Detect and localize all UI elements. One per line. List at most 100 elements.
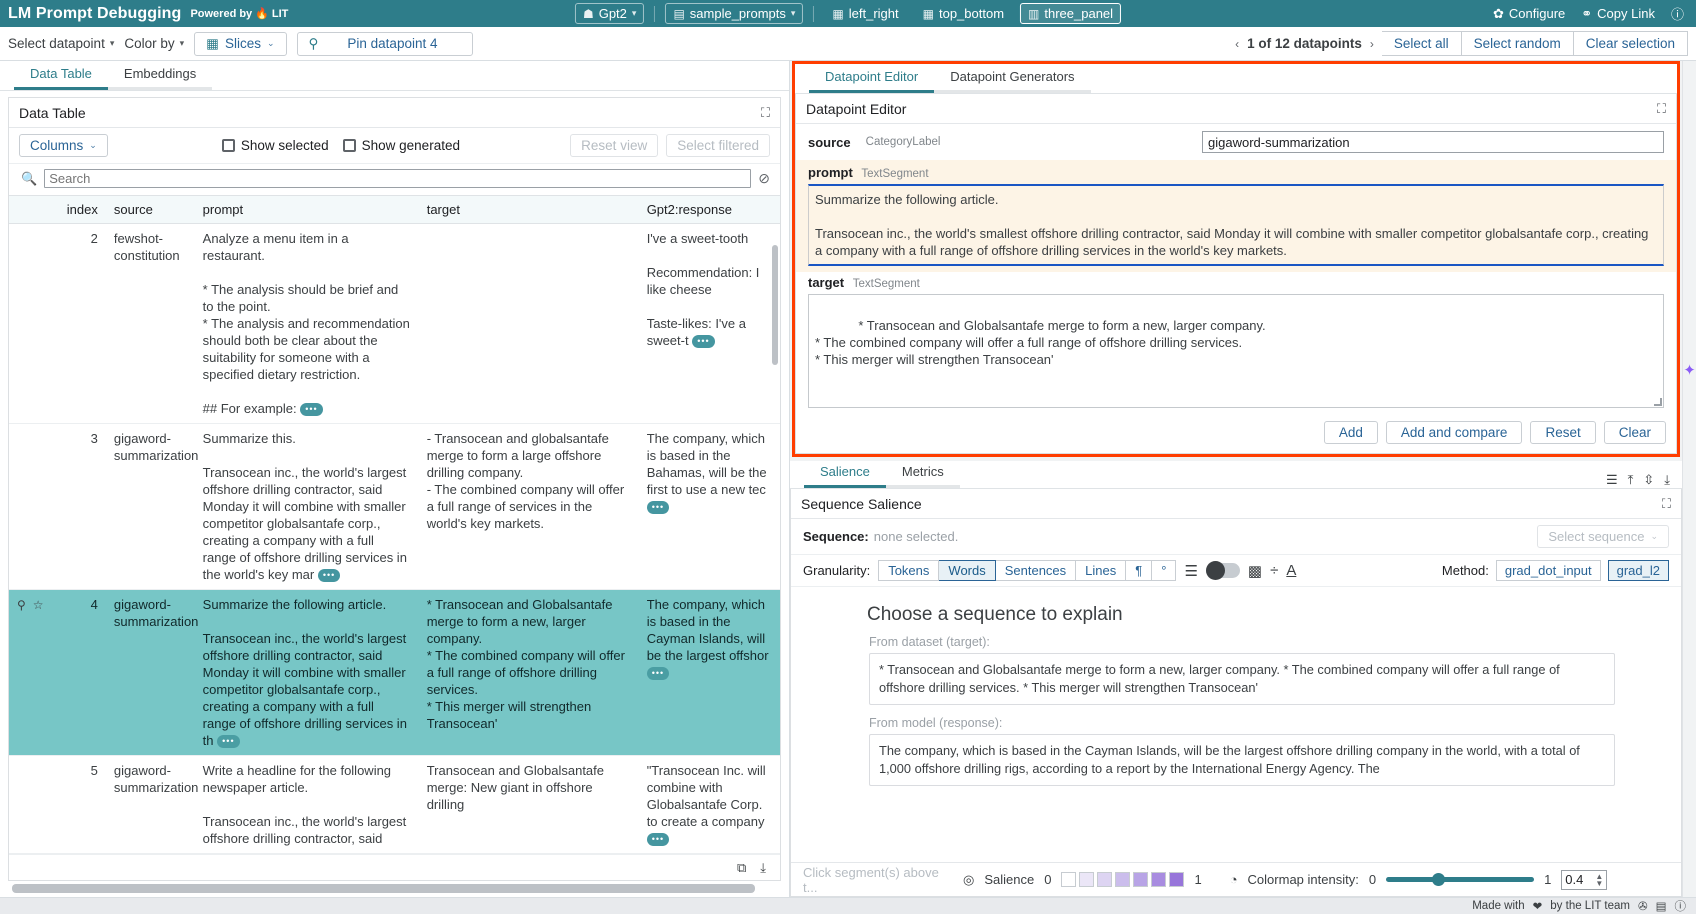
add-and-compare-button[interactable]: Add and compare — [1386, 421, 1523, 444]
salience-target-icon: ◎ — [963, 872, 974, 888]
show-generated-checkbox[interactable]: Show generated — [343, 138, 460, 153]
pin-icon[interactable]: ⚲ — [17, 597, 26, 614]
align-lines-icon[interactable]: ☰ — [1184, 562, 1197, 580]
color-by-dropdown[interactable]: Color by ▾ — [124, 36, 184, 51]
truncation-dots[interactable]: ••• — [300, 403, 322, 416]
reset-button[interactable]: Reset — [1530, 421, 1595, 444]
header-prompt[interactable]: prompt — [195, 196, 419, 224]
truncation-dots[interactable]: ••• — [318, 569, 340, 582]
granularity-sentences[interactable]: Sentences — [996, 560, 1076, 581]
help-circle-icon[interactable]: ⊘ — [758, 170, 770, 187]
help-circle-icon[interactable]: ⓘ — [1671, 4, 1684, 23]
normalize-icon[interactable]: ÷ — [1270, 562, 1278, 579]
show-generated-label: Show generated — [362, 138, 460, 153]
granularity-words[interactable]: Words — [939, 560, 995, 581]
columns-button[interactable]: Columns ⌄ — [19, 134, 108, 157]
spinner-down-icon[interactable]: ▼ — [1595, 880, 1603, 887]
header-source[interactable]: source — [106, 196, 195, 224]
table-header-row: index source prompt target Gpt2:response — [9, 196, 780, 224]
expand-icon[interactable]: ⛶ — [1657, 101, 1666, 117]
info-icon[interactable]: ⓘ — [1675, 898, 1687, 914]
select-filtered-button[interactable]: Select filtered — [666, 134, 770, 157]
dark-mode-toggle[interactable] — [1206, 563, 1240, 578]
center-icon[interactable]: ⇳ — [1643, 472, 1654, 488]
source-field-type: CategoryLabel — [866, 136, 941, 148]
table-row[interactable]: 2 fewshot-constitution Analyze a menu it… — [9, 224, 780, 424]
slices-label: Slices — [225, 36, 261, 51]
pilcrow-icon[interactable]: ¶ — [1126, 560, 1152, 581]
colormap-slider[interactable] — [1386, 877, 1534, 882]
truncation-dots[interactable]: ••• — [217, 735, 239, 748]
tab-embeddings[interactable]: Embeddings — [108, 62, 212, 90]
select-datapoint-dropdown[interactable]: Select datapoint ▾ — [8, 36, 114, 51]
source-input[interactable] — [1202, 131, 1664, 153]
document-icon[interactable]: ▤ — [1656, 899, 1667, 913]
tab-data-table[interactable]: Data Table — [14, 62, 108, 90]
copy-icon[interactable]: ⧉ — [737, 860, 746, 876]
table-row[interactable]: 3 gigaword-summarization Summarize this.… — [9, 424, 780, 590]
table-horizontal-scrollbar[interactable] — [12, 884, 755, 893]
truncation-dots[interactable]: ••• — [647, 833, 669, 846]
slices-button[interactable]: ▦ Slices ⌄ — [194, 32, 286, 56]
tab-datapoint-editor[interactable]: Datapoint Editor — [809, 65, 934, 93]
columns-label: Columns — [30, 138, 83, 153]
layout-three-panel[interactable]: ▥ three_panel — [1020, 3, 1121, 24]
pin-datapoint-button[interactable]: ⚲ Pin datapoint 4 — [297, 32, 473, 56]
model-selector[interactable]: ☗ Gpt2 ▾ — [575, 3, 644, 24]
select-sequence-label: Select sequence — [1548, 529, 1644, 544]
expand-icon[interactable]: ⛶ — [761, 105, 770, 121]
prev-datapoint-button[interactable]: ‹ — [1235, 37, 1239, 51]
method-grad-dot-input[interactable]: grad_dot_input — [1496, 560, 1601, 581]
settings-icon[interactable]: ✇ — [1638, 899, 1648, 913]
truncation-dots[interactable]: ••• — [692, 335, 714, 348]
clear-selection-button[interactable]: Clear selection — [1574, 31, 1688, 56]
header-target[interactable]: target — [419, 196, 639, 224]
colormap-slider-knob[interactable] — [1432, 873, 1445, 886]
select-sequence-button[interactable]: Select sequence ⌄ — [1537, 525, 1669, 548]
clear-button[interactable]: Clear — [1604, 421, 1666, 444]
resize-grip-icon[interactable] — [1654, 398, 1662, 406]
configure-button[interactable]: ✿ Configure — [1493, 6, 1565, 22]
from-dataset-option[interactable]: * Transocean and Globalsantafe merge to … — [869, 653, 1615, 705]
header-response[interactable]: Gpt2:response — [639, 196, 780, 224]
grid-view-icon[interactable]: ▩ — [1248, 562, 1262, 580]
download-icon[interactable]: ⤓ — [760, 860, 766, 876]
collapse-down-icon[interactable]: ⤓ — [1664, 472, 1670, 488]
prompt-textarea[interactable]: Summarize the following article. Transoc… — [808, 184, 1664, 266]
datapoint-editor-highlight: Datapoint Editor Datapoint Generators Da… — [792, 61, 1680, 457]
table-vertical-scrollbar[interactable] — [772, 245, 778, 365]
tab-datapoint-generators[interactable]: Datapoint Generators — [934, 65, 1090, 93]
add-button[interactable]: Add — [1324, 421, 1378, 444]
truncation-dots[interactable]: ••• — [647, 667, 669, 680]
from-model-option[interactable]: The company, which is based in the Cayma… — [869, 734, 1615, 786]
truncation-dots[interactable]: ••• — [647, 501, 669, 514]
tab-metrics[interactable]: Metrics — [886, 460, 960, 488]
search-input[interactable] — [44, 169, 751, 188]
method-grad-l2[interactable]: grad_l2 — [1608, 560, 1669, 581]
header-index[interactable]: index — [57, 196, 105, 224]
reset-view-button[interactable]: Reset view — [570, 134, 658, 157]
star-icon[interactable]: ☆ — [33, 597, 44, 614]
show-selected-checkbox[interactable]: Show selected — [222, 138, 329, 153]
degree-icon[interactable]: ° — [1152, 560, 1176, 581]
colormap-value-input[interactable]: 0.4 ▲ ▼ — [1561, 870, 1607, 890]
layout-top-bottom[interactable]: ▦ top_bottom — [915, 3, 1012, 24]
target-textarea[interactable]: * Transocean and Globalsantafe merge to … — [808, 294, 1664, 408]
granularity-lines[interactable]: Lines — [1076, 560, 1126, 581]
dataset-selector[interactable]: ▤ sample_prompts ▾ — [665, 3, 803, 24]
legend-swatch — [1097, 872, 1112, 887]
expand-icon[interactable]: ⛶ — [1662, 496, 1671, 512]
tab-salience[interactable]: Salience — [804, 460, 886, 488]
drag-handle-icon[interactable]: ☰ — [1606, 472, 1618, 488]
sparkle-icon[interactable]: ✦ — [1683, 361, 1696, 379]
collapse-up-icon[interactable]: ⤒ — [1628, 472, 1634, 488]
select-all-button[interactable]: Select all — [1382, 31, 1462, 56]
table-row[interactable]: ⚲ ☆ 4 gigaword-summarization Summarize t… — [9, 590, 780, 756]
next-datapoint-button[interactable]: › — [1370, 37, 1374, 51]
font-size-icon[interactable]: A — [1286, 562, 1296, 579]
select-random-button[interactable]: Select random — [1462, 31, 1574, 56]
copy-link-button[interactable]: ⚭ Copy Link — [1581, 6, 1655, 22]
table-row[interactable]: 5 gigaword-summarization Write a headlin… — [9, 756, 780, 854]
granularity-tokens[interactable]: Tokens — [878, 560, 939, 581]
layout-left-right[interactable]: ▦ left_right — [824, 3, 906, 24]
